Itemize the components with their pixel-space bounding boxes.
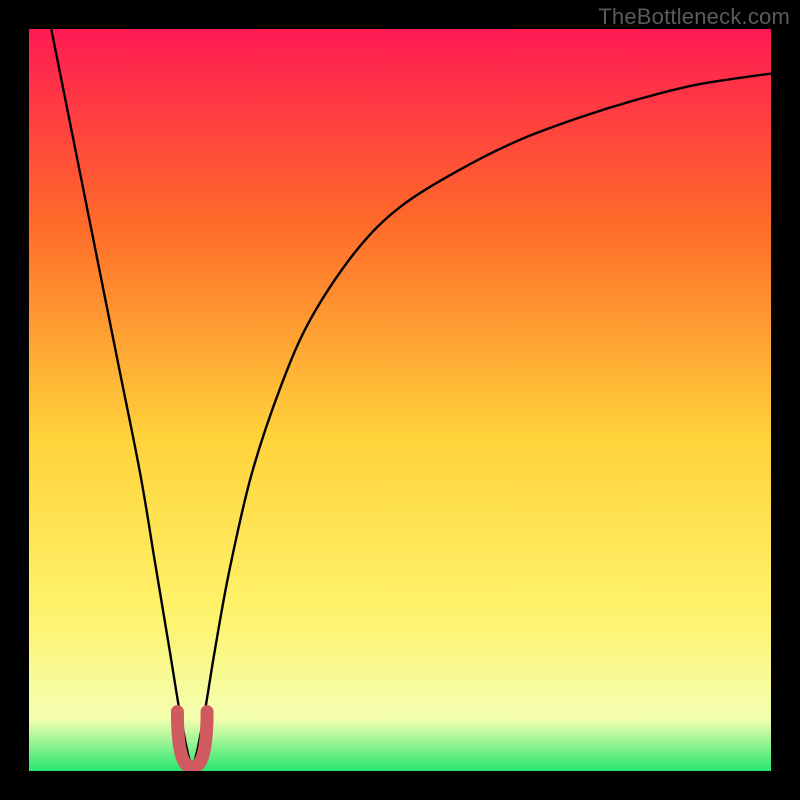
bottleneck-curve	[51, 29, 771, 764]
watermark-text: TheBottleneck.com	[598, 4, 790, 30]
plot-area	[29, 29, 771, 771]
chart-frame: TheBottleneck.com	[0, 0, 800, 800]
valley-marker	[177, 712, 207, 767]
curve-layer	[29, 29, 771, 771]
